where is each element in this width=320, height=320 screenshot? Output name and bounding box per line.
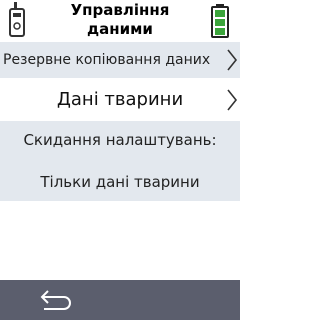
back-arrow-icon: [40, 290, 71, 310]
page-title-line1: Управління: [70, 1, 170, 19]
back-button[interactable]: [34, 286, 74, 314]
screen: Управління даними Резервне копіювання да…: [0, 0, 240, 320]
bottom-bar: [0, 280, 240, 320]
page-title: Управління даними: [40, 0, 200, 40]
animal-data-label: Дані тварини: [56, 89, 184, 110]
battery-icon: [210, 4, 230, 38]
backup-menu-item[interactable]: Резервне копіювання даних: [0, 42, 240, 78]
reset-settings-label: Скидання налаштувань:: [23, 131, 217, 149]
reset-settings-block[interactable]: Скидання налаштувань: Тільки дані тварин…: [0, 121, 240, 201]
header: Управління даними: [0, 0, 240, 40]
collar-device-icon: [6, 2, 28, 38]
page-title-line2: даними: [87, 20, 153, 38]
backup-label: Резервне копіювання даних: [3, 52, 211, 68]
animal-data-menu-item[interactable]: Дані тварини: [0, 80, 240, 120]
reset-settings-value: Тільки дані тварини: [40, 173, 200, 191]
chevron-right-icon: [226, 89, 238, 111]
chevron-right-icon: [226, 49, 238, 71]
